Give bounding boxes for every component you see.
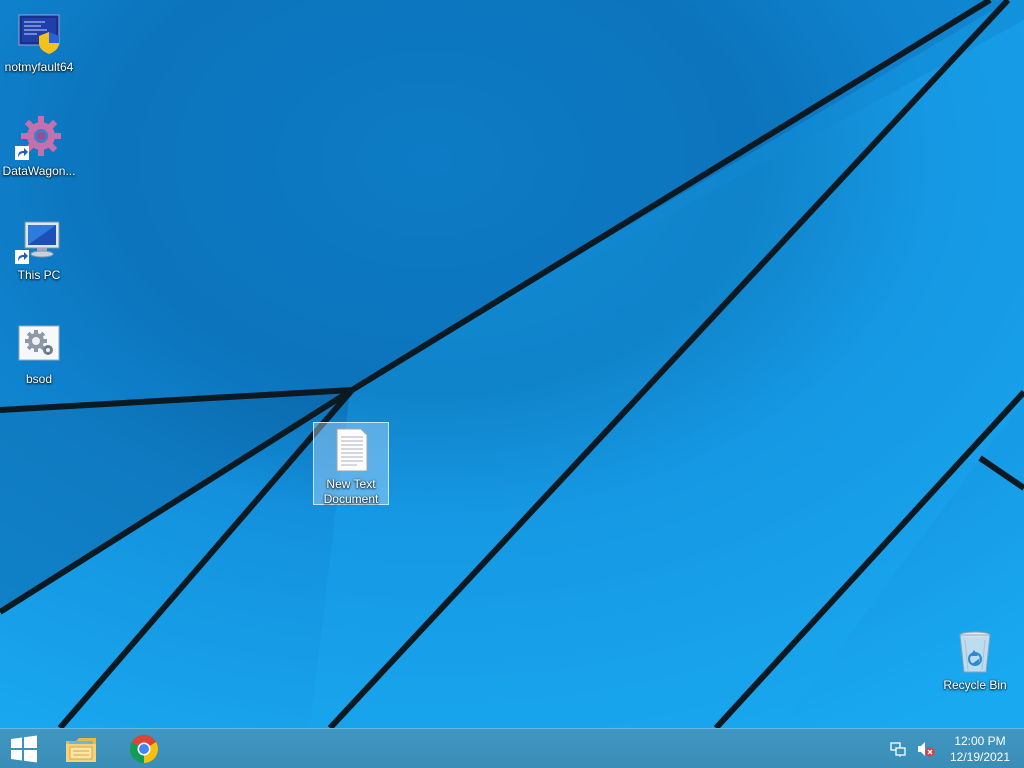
clock-time: 12:00 PM xyxy=(954,733,1006,748)
clock[interactable]: 12:00 PM 12/19/2021 xyxy=(944,733,1016,765)
windows-logo-icon xyxy=(11,735,37,762)
desktop-icon-label: New Text Document xyxy=(323,477,379,506)
desktop-icon-label: DataWagon... xyxy=(2,164,76,178)
settings-file-icon xyxy=(15,324,63,368)
desktop-icon-new-text-document[interactable]: New Text Document xyxy=(313,422,389,506)
desktop-icon-this-pc[interactable]: This PC xyxy=(1,220,77,283)
desktop-icon-recycle-bin[interactable]: Recycle Bin xyxy=(937,630,1013,693)
speaker-muted-icon[interactable] xyxy=(916,739,936,759)
taskbar-file-explorer[interactable] xyxy=(57,729,105,768)
start-button[interactable] xyxy=(0,729,48,768)
desktop-icon-label: notmyfault64 xyxy=(4,60,74,74)
folder-icon xyxy=(66,737,96,762)
clock-date: 12/19/2021 xyxy=(949,749,1011,764)
gear-shortcut-icon xyxy=(15,116,63,160)
desktop-icon-datawagon[interactable]: DataWagon... xyxy=(1,116,77,179)
taskbar-chrome[interactable] xyxy=(120,729,168,768)
taskbar: 12:00 PM 12/19/2021 xyxy=(0,728,1024,768)
computer-icon xyxy=(15,220,63,264)
wallpaper xyxy=(0,0,1024,728)
network-icon[interactable] xyxy=(888,739,908,759)
desktop-icon-label: Recycle Bin xyxy=(943,678,1007,692)
desktop-icon-bsod[interactable]: bsod xyxy=(1,324,77,387)
notmyfault-shield-icon xyxy=(15,12,63,56)
desktop-icon-notmyfault64[interactable]: notmyfault64 xyxy=(1,12,77,75)
chrome-icon xyxy=(130,734,158,763)
system-tray: 12:00 PM 12/19/2021 xyxy=(888,729,1024,768)
desktop[interactable]: notmyfault64 DataWagon... This PC bsod N… xyxy=(0,0,1024,728)
desktop-icon-label: This PC xyxy=(17,268,61,282)
text-document-icon xyxy=(327,427,375,472)
desktop-icon-label: bsod xyxy=(25,372,53,386)
shortcut-arrow-icon xyxy=(15,146,29,160)
shortcut-arrow-icon xyxy=(15,250,29,264)
recycle-bin-icon xyxy=(951,630,999,674)
